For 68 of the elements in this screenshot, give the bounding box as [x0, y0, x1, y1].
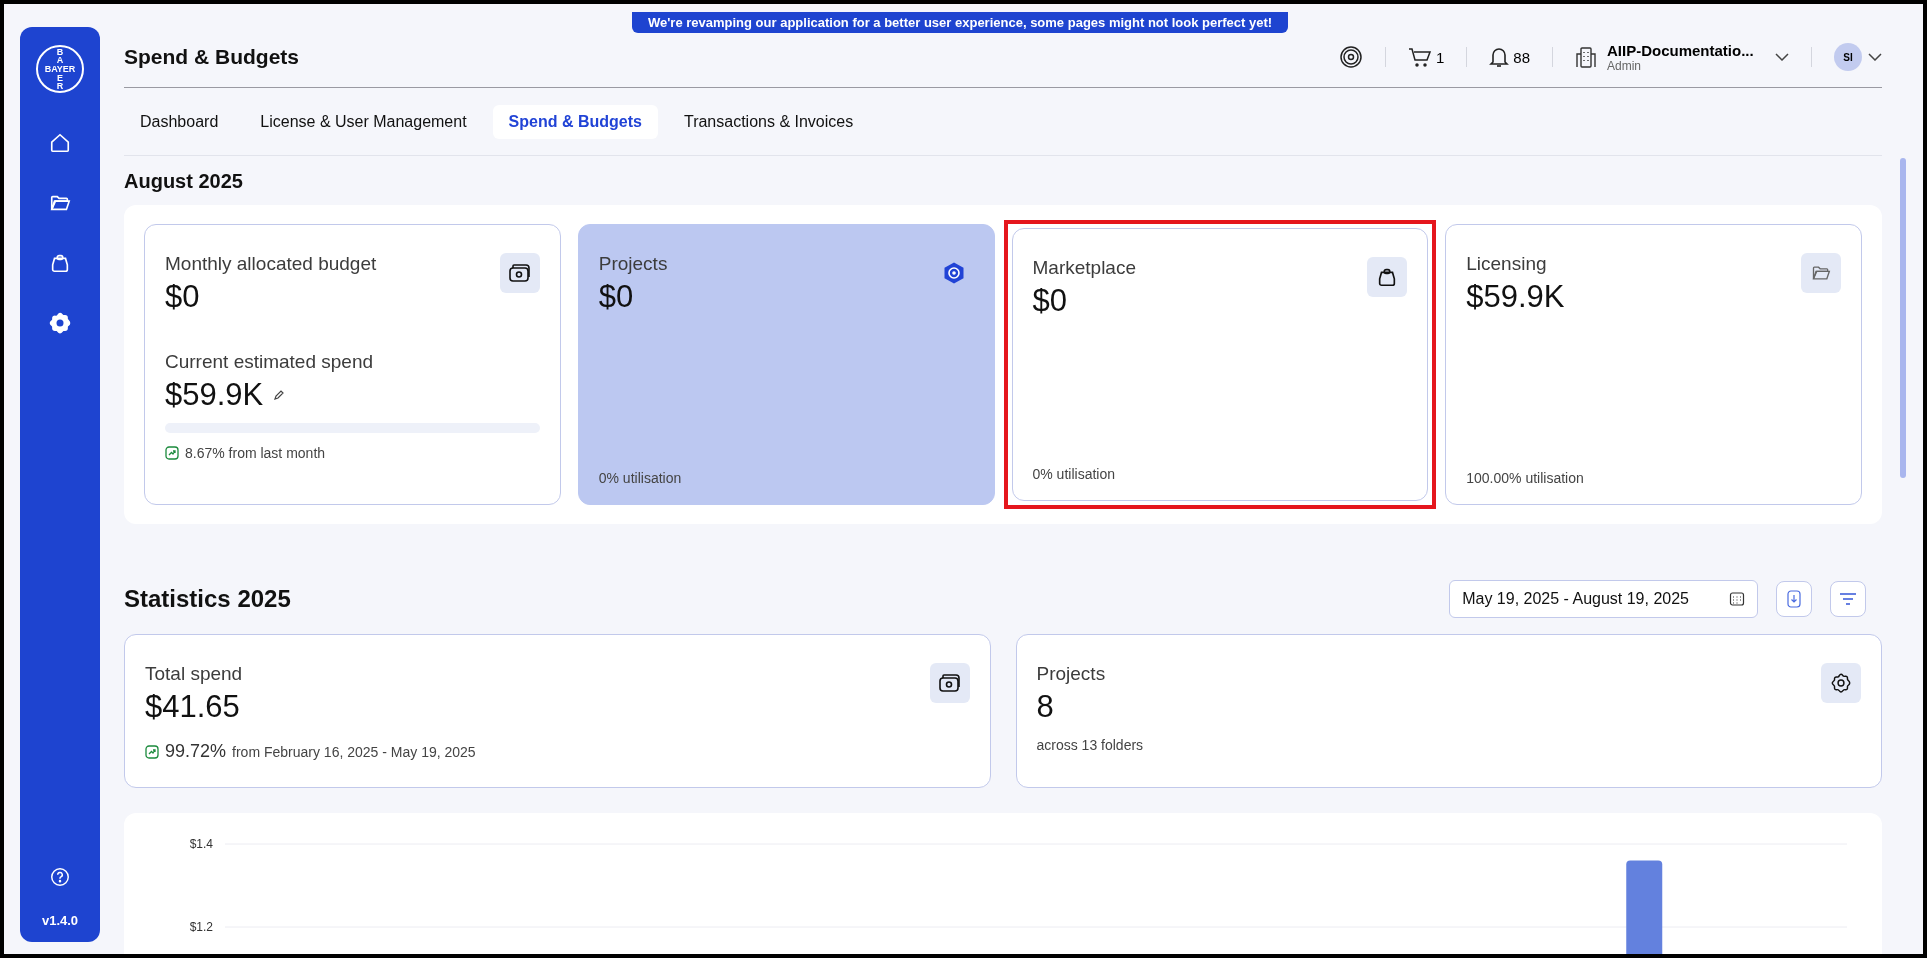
organization-role: Admin: [1607, 58, 1642, 73]
card-label: Projects: [598, 253, 668, 275]
trend-up-icon: [165, 446, 179, 460]
card-value: $0: [165, 279, 201, 315]
tab[interactable]: Transactions & Invoices: [667, 104, 870, 139]
section-title: Statistics 2025: [124, 585, 291, 613]
page-title: Spend & Budgets: [124, 45, 299, 69]
section-title: August 2025: [124, 170, 244, 193]
card-value: 8: [1036, 689, 1055, 725]
axis-label: $1.4: [189, 837, 213, 851]
tab[interactable]: Dashboard: [124, 104, 235, 139]
notifications-button[interactable]: 88: [1489, 46, 1530, 68]
card-value: $59.9K: [1466, 279, 1565, 315]
card-label: Projects: [1036, 663, 1106, 685]
scrollbar-thumb[interactable]: [1899, 158, 1906, 478]
gear-icon: [1821, 663, 1861, 703]
card-label: Current estimated spend: [165, 351, 375, 373]
organization-name: AIIP-Documentatio...: [1607, 41, 1755, 59]
trend-text: from February 16, 2025 - May 19, 2025: [232, 743, 476, 760]
card-label: Monthly allocated budget: [165, 253, 377, 275]
card-label: Licensing: [1466, 253, 1548, 275]
date-range-field[interactable]: May 19, 2025 - August 19, 2025: [1449, 580, 1758, 618]
chevron-down-icon: [1775, 53, 1789, 61]
trend-value: 99.72%: [165, 741, 227, 762]
edit-icon[interactable]: [273, 389, 286, 401]
tab[interactable]: License & User Management: [244, 104, 483, 139]
logo-text: ER: [56, 74, 64, 90]
trend-text: 8.67% from last month: [185, 445, 326, 461]
support-icon[interactable]: [1338, 45, 1363, 69]
version-label: v1.4.0: [41, 913, 79, 928]
card-value: $41.65: [145, 689, 241, 725]
card-note: across 13 folders: [1036, 737, 1145, 753]
summary-card[interactable]: Monthly allocated budget $0 Current estimated spend $59.9K 8.67% from last month: [144, 224, 561, 505]
utilisation-text: 0% utilisation: [598, 470, 683, 486]
user-menu[interactable]: SI: [1834, 43, 1882, 71]
card-value: $59.9K: [165, 377, 264, 413]
bag-icon: [1367, 257, 1408, 297]
trend-up-icon: [145, 744, 159, 759]
logo-icon[interactable]: BA BAYER ER: [36, 45, 84, 93]
logo-text: BA: [56, 48, 64, 64]
money-icon: [499, 253, 540, 293]
summary-card[interactable]: Licensing $59.9K 100.00% utilisation: [1445, 224, 1862, 505]
card-label: Marketplace: [1032, 257, 1136, 279]
utilisation-text: 0% utilisation: [1032, 466, 1116, 482]
money-icon: [929, 663, 970, 703]
help-icon: [49, 866, 71, 888]
filter-button[interactable]: [1830, 581, 1866, 617]
bell-icon: [1489, 46, 1510, 68]
summary-card[interactable]: Projects $0 0% utilisation: [577, 224, 995, 505]
logo-text: BAYER: [43, 64, 77, 74]
building-icon: [1575, 45, 1597, 69]
calendar-icon: [1729, 591, 1745, 607]
notice-banner: We're revamping our application for a better user experience, some pages might not look perfect yet!: [632, 12, 1289, 33]
chevron-down-icon: [1868, 53, 1882, 61]
filter-icon: [1839, 592, 1857, 606]
avatar: SI: [1834, 43, 1862, 71]
cart-button[interactable]: 1: [1407, 46, 1445, 68]
folder-icon: [1801, 253, 1841, 293]
summary-card[interactable]: Marketplace $0 0% utilisation: [1011, 228, 1429, 501]
tab[interactable]: Spend & Budgets: [492, 104, 658, 139]
cart-icon: [1407, 46, 1432, 68]
organization-selector[interactable]: AIIP-Documentatio... Admin: [1575, 41, 1789, 73]
download-icon: [1787, 590, 1801, 608]
card-value: $0: [598, 279, 635, 315]
card-label: Total spend: [145, 663, 243, 685]
axis-label: $1.2: [189, 920, 213, 934]
utilisation-text: 100.00% utilisation: [1466, 470, 1585, 486]
card-value: $0: [1032, 283, 1068, 319]
